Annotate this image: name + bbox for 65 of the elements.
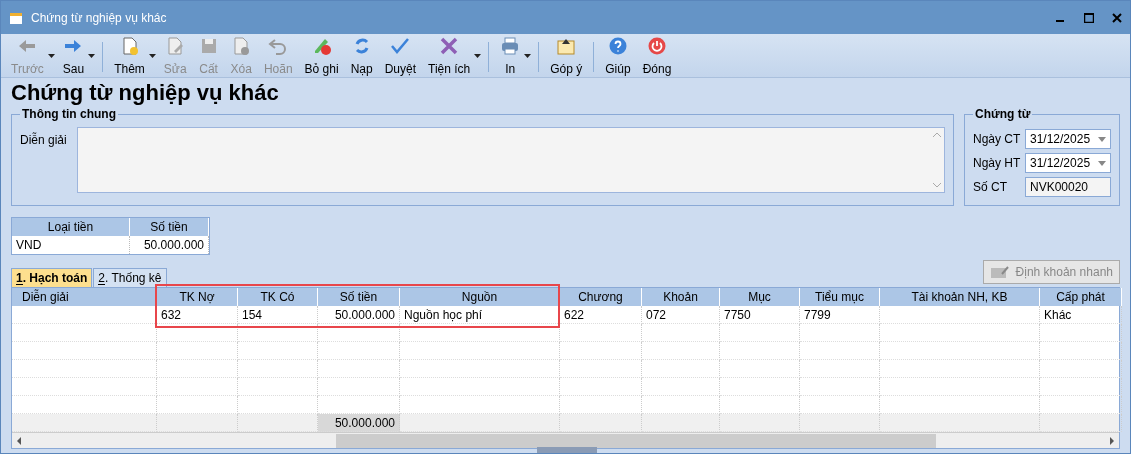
table-cell: 50.000.000 bbox=[318, 306, 400, 324]
table-cell: 154 bbox=[238, 306, 318, 324]
window-title: Chứng từ nghiệp vụ khác bbox=[31, 10, 168, 25]
table-cell: 50.000.000 bbox=[130, 236, 209, 254]
column-header: TK Nợ bbox=[157, 288, 238, 306]
toolbar-button[interactable]: Đóng bbox=[636, 36, 678, 76]
column-header: Chương bbox=[560, 288, 642, 306]
total-cell: 50.000.000 bbox=[318, 414, 400, 432]
field-label: Ngày CT bbox=[973, 132, 1022, 146]
checkmark-icon bbox=[390, 36, 411, 56]
document-delete-icon bbox=[231, 36, 252, 56]
column-header: Số tiền bbox=[130, 218, 209, 236]
table-cell: Nguồn học phí bbox=[400, 306, 560, 324]
field-label: Số CT bbox=[973, 180, 1008, 194]
toolbar-button[interactable]: Giúp bbox=[599, 36, 637, 76]
column-header: Nguồn bbox=[400, 288, 560, 306]
table-cell: 632 bbox=[157, 306, 238, 324]
panel-legend: Thông tin chung bbox=[20, 107, 118, 121]
table-cell: 622 bbox=[560, 306, 642, 324]
table-cell: 7799 bbox=[800, 306, 880, 324]
column-header: Số tiền bbox=[318, 288, 400, 306]
tab[interactable]: 2. Thống kê bbox=[93, 268, 167, 287]
column-header: TK Có bbox=[238, 288, 318, 306]
table-cell: VND bbox=[12, 236, 130, 254]
date-field[interactable]: 31/12/2025 bbox=[1025, 153, 1111, 173]
panel-legend: Chứng từ bbox=[973, 107, 1033, 121]
toolbar-button[interactable]: Tiện ích bbox=[422, 36, 477, 76]
date-field[interactable]: 31/12/2025 bbox=[1025, 129, 1111, 149]
card-pen-icon bbox=[989, 265, 1010, 279]
page-heading: Chứng từ nghiệp vụ khác bbox=[11, 80, 280, 106]
table-cell: 072 bbox=[642, 306, 720, 324]
caret-icon[interactable] bbox=[88, 54, 96, 58]
toolbar-button[interactable]: Sau bbox=[56, 36, 91, 76]
tab[interactable]: 1. Hạch toán bbox=[11, 268, 93, 287]
horizontal-scrollbar[interactable] bbox=[12, 432, 1119, 448]
input-field[interactable]: NVK00020 bbox=[1025, 177, 1111, 197]
close-icon[interactable] bbox=[1112, 12, 1122, 23]
column-header: Cấp phát bbox=[1040, 288, 1122, 306]
undo-icon bbox=[268, 36, 289, 56]
caret-icon[interactable] bbox=[148, 54, 156, 58]
toolbar-button[interactable]: Bỏ ghi bbox=[298, 36, 345, 76]
table-cell: Khác bbox=[1040, 306, 1122, 324]
maximize-icon[interactable] bbox=[1084, 12, 1094, 23]
column-header: Loại tiền bbox=[12, 218, 130, 236]
column-header: Tài khoản NH, KB bbox=[880, 288, 1040, 306]
caret-icon[interactable] bbox=[474, 54, 482, 58]
help-icon bbox=[607, 36, 628, 56]
toolbar-button[interactable]: Nạp bbox=[344, 36, 379, 76]
toolbar-button[interactable]: Duyệt bbox=[378, 36, 422, 76]
column-header: Mục bbox=[720, 288, 800, 306]
column-header: Diễn giải bbox=[12, 288, 157, 306]
toolbar-button[interactable]: Thêm bbox=[108, 36, 151, 76]
column-header: Tiểu mục bbox=[800, 288, 880, 306]
power-icon bbox=[647, 36, 667, 56]
document-edit-icon bbox=[165, 36, 186, 56]
column-header: Khoản bbox=[642, 288, 720, 306]
field-label: Diễn giải bbox=[20, 133, 67, 149]
field-label: Ngày HT bbox=[973, 156, 1022, 170]
printer-icon bbox=[500, 36, 521, 56]
app-icon bbox=[9, 10, 23, 25]
tools-icon bbox=[439, 36, 460, 56]
toolbar-button[interactable]: In bbox=[494, 36, 527, 76]
caret-icon[interactable] bbox=[524, 54, 532, 58]
table-cell: 7750 bbox=[720, 306, 800, 324]
toolbar-button[interactable]: Góp ý bbox=[544, 36, 589, 76]
